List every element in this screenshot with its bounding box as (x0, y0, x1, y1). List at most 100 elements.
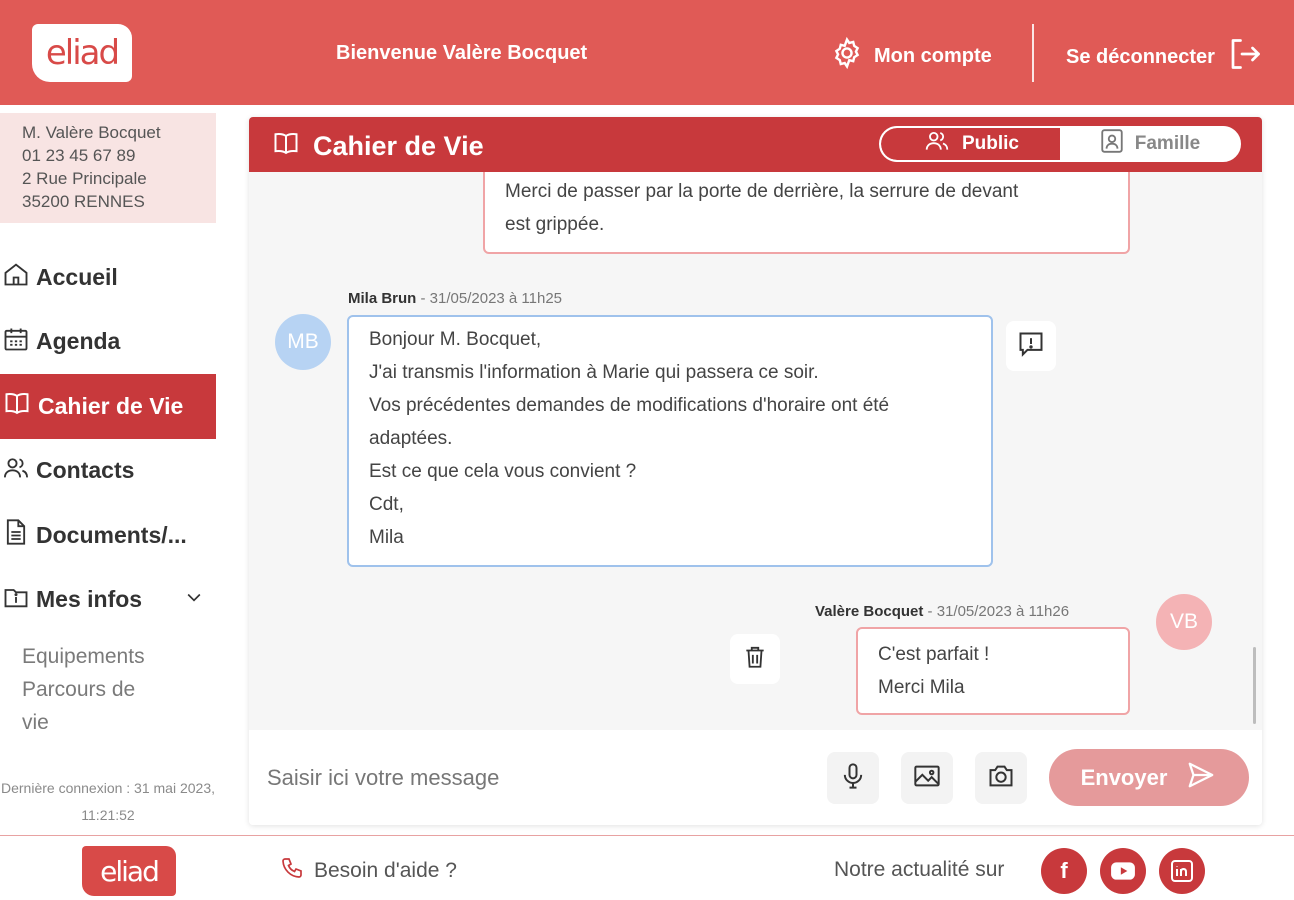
image-button[interactable] (901, 752, 953, 804)
phone-icon (280, 856, 304, 886)
info-icon (2, 583, 30, 617)
nav-label: Mes infos (36, 586, 143, 613)
footer-logo-text: eliad (100, 854, 160, 888)
message-composer: Envoyer (249, 730, 1262, 825)
nav-item-contacts[interactable]: Contacts (0, 439, 216, 504)
microphone-icon (839, 761, 867, 796)
eliad-logo[interactable]: eliad (32, 24, 132, 82)
sidebar: M. Valère Bocquet 01 23 45 67 89 2 Rue P… (0, 105, 216, 835)
message-line: Est ce que cela vous convient ? (369, 461, 637, 482)
nav-label: Contacts (36, 457, 135, 484)
report-button[interactable] (1006, 321, 1056, 371)
top-header: eliad Bienvenue Valère Bocquet Mon compt… (0, 0, 1294, 105)
message-line: Bonjour M. Bocquet, (369, 329, 542, 350)
account-label: Mon compte (874, 44, 992, 67)
chat-scrollbar[interactable] (1253, 647, 1256, 724)
person-badge-icon (1099, 128, 1125, 160)
gear-icon (830, 36, 864, 76)
news-text: Notre actualité sur (834, 858, 1005, 881)
nav-label: Agenda (36, 328, 121, 355)
avatar: MB (275, 314, 331, 370)
last-connection: Dernière connexion : 31 mai 2023, 11:21:… (0, 780, 216, 823)
image-icon (912, 762, 942, 795)
chevron-down-icon[interactable] (184, 586, 204, 613)
user-card: M. Valère Bocquet 01 23 45 67 89 2 Rue P… (0, 113, 216, 223)
user-phone: 01 23 45 67 89 (22, 146, 136, 165)
trash-icon (742, 644, 768, 675)
contacts-icon (2, 454, 30, 488)
facebook-icon[interactable]: f (1041, 848, 1087, 894)
toggle-famille[interactable]: Famille (1060, 128, 1239, 160)
message-date: - 31/05/2023 à 11h26 (923, 603, 1070, 620)
toggle-public[interactable]: Public (881, 128, 1060, 160)
book-icon (2, 389, 32, 423)
help-link[interactable]: Besoin d'aide ? (280, 856, 457, 886)
user-address: 2 Rue Principale (22, 169, 147, 188)
book-icon (271, 129, 301, 164)
message-date: - 31/05/2023 à 11h25 (416, 290, 563, 307)
sub-item-parcours-de-vie[interactable]: Parcours de vie (0, 673, 150, 739)
message-bubble-outgoing: Merci de passer par la porte de derrière… (483, 172, 1130, 254)
user-name: M. Valère Bocquet (22, 123, 161, 142)
send-button[interactable]: Envoyer (1049, 749, 1249, 806)
account-button[interactable]: Mon compte (830, 36, 992, 76)
logout-button[interactable]: Se déconnecter (1066, 36, 1263, 78)
toggle-famille-label: Famille (1134, 133, 1201, 154)
youtube-icon[interactable] (1100, 848, 1146, 894)
welcome-text: Bienvenue Valère Bocquet (336, 42, 588, 64)
toggle-public-label: Public (961, 133, 1019, 154)
logout-icon (1227, 36, 1263, 78)
nav-item-mes-infos[interactable]: Mes infos (0, 568, 216, 633)
message-line: J'ai transmis l'information à Marie qui … (369, 362, 819, 383)
message-line: Merci Mila (878, 677, 965, 698)
document-icon (2, 518, 30, 552)
message-bubble-incoming: Bonjour M. Bocquet, J'ai transmis l'info… (347, 315, 993, 567)
home-icon (2, 260, 30, 294)
message-line: adaptées. (369, 428, 453, 449)
send-icon (1185, 760, 1217, 796)
nav-label: Documents/... (36, 521, 187, 548)
help-label: Besoin d'aide ? (314, 859, 457, 882)
nav-item-cahier-de-vie[interactable]: Cahier de Vie (0, 374, 216, 439)
logout-label: Se déconnecter (1066, 45, 1215, 68)
nav-label: Cahier de Vie (38, 392, 184, 419)
main-nav: Accueil Agenda Cahier de Vie Contacts Do… (0, 245, 216, 739)
message-author: Valère Bocquet (815, 603, 924, 620)
message-line: est grippée. (505, 214, 605, 235)
footer-logo[interactable]: eliad (82, 846, 176, 896)
message-line: Merci de passer par la porte de derrière… (505, 181, 1019, 202)
message-line: Mila (369, 527, 404, 548)
camera-icon (986, 762, 1016, 795)
cahier-de-vie-panel: Cahier de Vie Public Famille Merci de pa… (249, 117, 1262, 825)
panel-title-text: Cahier de Vie (313, 131, 484, 161)
message-line: C'est parfait ! (878, 644, 990, 665)
panel-header: Cahier de Vie Public Famille (249, 117, 1262, 172)
panel-title: Cahier de Vie (271, 129, 484, 164)
nav-item-documents[interactable]: Documents/... (0, 503, 216, 568)
header-divider (1032, 24, 1034, 82)
user-city: 35200 RENNES (22, 192, 145, 211)
report-icon (1017, 330, 1045, 363)
logo-text: eliad (45, 33, 120, 73)
message-line: Vos précédentes demandes de modification… (369, 395, 890, 416)
chat-thread[interactable]: Merci de passer par la porte de derrière… (249, 172, 1262, 730)
footer: eliad Besoin d'aide ? Notre actualité su… (0, 835, 1294, 900)
microphone-button[interactable] (827, 752, 879, 804)
nav-label: Accueil (36, 263, 118, 290)
calendar-icon (2, 325, 30, 359)
camera-button[interactable] (975, 752, 1027, 804)
message-input[interactable] (267, 758, 807, 798)
linkedin-icon[interactable] (1159, 848, 1205, 894)
message-line: Cdt, (369, 494, 404, 515)
delete-button[interactable] (730, 634, 780, 684)
users-icon (922, 128, 952, 160)
message-meta: Mila Brun - 31/05/2023 à 11h25 (348, 290, 562, 307)
visibility-toggle: Public Famille (879, 126, 1241, 162)
message-bubble-outgoing: C'est parfait ! Merci Mila (856, 627, 1130, 715)
nav-item-agenda[interactable]: Agenda (0, 310, 216, 375)
send-label: Envoyer (1080, 764, 1168, 790)
nav-item-accueil[interactable]: Accueil (0, 245, 216, 310)
sub-item-equipements[interactable]: Equipements (0, 640, 216, 673)
message-author: Mila Brun (348, 290, 417, 307)
avatar: VB (1156, 594, 1212, 650)
